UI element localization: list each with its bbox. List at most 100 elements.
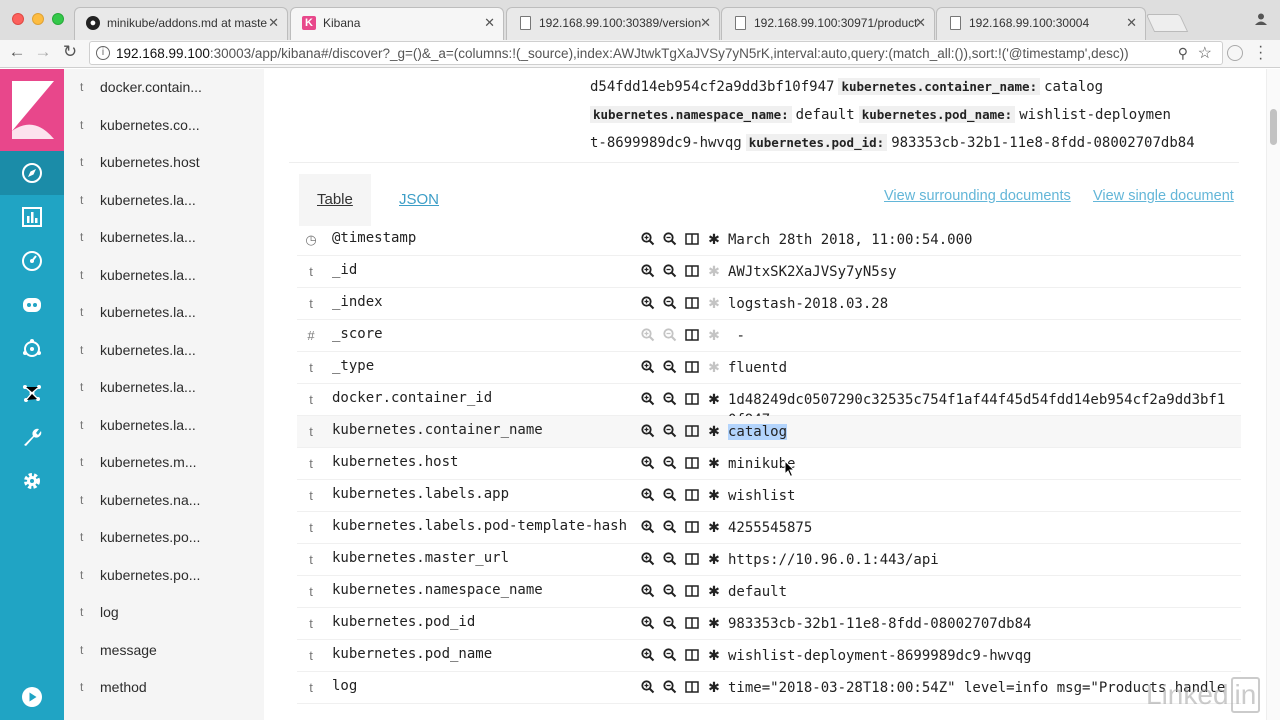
- toggle-column-icon[interactable]: [683, 389, 701, 409]
- field-list-item[interactable]: t kubernetes.m...: [64, 444, 264, 481]
- field-value[interactable]: default: [728, 582, 1233, 602]
- filter-for-value-icon[interactable]: [639, 261, 657, 281]
- filter-out-value-icon[interactable]: [661, 485, 679, 505]
- toggle-column-icon[interactable]: [683, 325, 701, 345]
- tab-table[interactable]: Table: [299, 174, 371, 226]
- filter-out-value-icon[interactable]: [661, 645, 679, 665]
- filter-out-value-icon[interactable]: [661, 613, 679, 633]
- address-bar[interactable]: i 192.168.99.100:30003/app/kibana#/disco…: [89, 41, 1223, 65]
- filter-out-value-icon[interactable]: [661, 421, 679, 441]
- nav-collapse[interactable]: [0, 675, 64, 719]
- filter-for-value-icon[interactable]: [639, 645, 657, 665]
- toggle-column-icon[interactable]: [683, 645, 701, 665]
- back-icon[interactable]: ←: [6, 42, 28, 62]
- toggle-column-icon[interactable]: [683, 613, 701, 633]
- filter-exists-icon[interactable]: ✱: [705, 421, 723, 441]
- filter-for-value-icon[interactable]: [639, 517, 657, 537]
- field-value[interactable]: -: [728, 326, 1233, 346]
- field-value[interactable]: logstash-2018.03.28: [728, 294, 1233, 314]
- filter-exists-icon[interactable]: ✱: [705, 677, 723, 697]
- view-surrounding-link[interactable]: View surrounding documents: [884, 188, 1071, 204]
- field-list-item[interactable]: t kubernetes.la...: [64, 332, 264, 369]
- browser-tab-product[interactable]: 192.168.99.100:30971/product ✕: [721, 7, 935, 40]
- nav-dashboard[interactable]: [0, 239, 64, 283]
- field-list-item[interactable]: t kubernetes.na...: [64, 482, 264, 519]
- filter-for-value-icon[interactable]: [639, 421, 657, 441]
- browser-tab-version[interactable]: 192.168.99.100:30389/version ✕: [506, 7, 720, 40]
- nav-discover[interactable]: [0, 151, 64, 195]
- field-list-item[interactable]: t kubernetes.co...: [64, 107, 264, 144]
- filter-for-value-icon[interactable]: [639, 549, 657, 569]
- field-value[interactable]: catalog: [728, 422, 1233, 442]
- field-list-item[interactable]: t kubernetes.po...: [64, 557, 264, 594]
- toggle-column-icon[interactable]: [683, 293, 701, 313]
- kibana-logo[interactable]: [0, 69, 64, 151]
- toggle-column-icon[interactable]: [683, 421, 701, 441]
- filter-for-value-icon[interactable]: [639, 581, 657, 601]
- filter-exists-icon[interactable]: ✱: [705, 549, 723, 569]
- extension-icon[interactable]: [1227, 45, 1243, 61]
- browser-menu-icon[interactable]: · · ·: [1258, 39, 1263, 67]
- filter-for-value-icon[interactable]: [639, 453, 657, 473]
- toggle-column-icon[interactable]: [683, 517, 701, 537]
- filter-for-value-icon[interactable]: [639, 357, 657, 377]
- filter-out-value-icon[interactable]: [661, 293, 679, 313]
- filter-out-value-icon[interactable]: [661, 325, 679, 345]
- filter-out-value-icon[interactable]: [661, 517, 679, 537]
- field-value[interactable]: AWJtxSK2XaJVSy7yN5sy: [728, 262, 1233, 282]
- browser-tab-kibana[interactable]: K Kibana ✕: [290, 7, 504, 41]
- toggle-column-icon[interactable]: [683, 581, 701, 601]
- scrollbar[interactable]: [1266, 69, 1280, 720]
- toggle-column-icon[interactable]: [683, 357, 701, 377]
- zoom-icon[interactable]: ⚲: [1178, 45, 1188, 62]
- filter-exists-icon[interactable]: ✱: [705, 613, 723, 633]
- filter-for-value-icon[interactable]: [639, 613, 657, 633]
- field-list-item[interactable]: t kubernetes.la...: [64, 369, 264, 406]
- field-list-item[interactable]: t kubernetes.la...: [64, 257, 264, 294]
- filter-out-value-icon[interactable]: [661, 453, 679, 473]
- nav-visualize[interactable]: [0, 195, 64, 239]
- nav-graph[interactable]: [0, 371, 64, 415]
- field-value[interactable]: wishlist: [728, 486, 1233, 506]
- field-list-item[interactable]: t docker.contain...: [64, 69, 264, 106]
- filter-for-value-icon[interactable]: [639, 325, 657, 345]
- filter-exists-icon[interactable]: ✱: [705, 389, 723, 409]
- field-list-item[interactable]: t message: [64, 632, 264, 669]
- filter-out-value-icon[interactable]: [661, 261, 679, 281]
- toggle-column-icon[interactable]: [683, 677, 701, 697]
- filter-for-value-icon[interactable]: [639, 389, 657, 409]
- field-list-item[interactable]: t kubernetes.la...: [64, 294, 264, 331]
- new-tab-button[interactable]: [1145, 14, 1189, 32]
- filter-exists-icon[interactable]: ✱: [705, 485, 723, 505]
- field-value[interactable]: wishlist-deployment-8699989dc9-hwvqg: [728, 646, 1233, 666]
- nav-dev-tools[interactable]: [0, 415, 64, 459]
- filter-exists-icon[interactable]: ✱: [705, 517, 723, 537]
- close-tab-icon[interactable]: ✕: [700, 8, 711, 38]
- filter-for-value-icon[interactable]: [639, 229, 657, 249]
- field-value[interactable]: minikube: [728, 454, 1233, 474]
- scroll-thumb[interactable]: [1270, 109, 1277, 145]
- view-single-link[interactable]: View single document: [1093, 188, 1234, 204]
- close-tab-icon[interactable]: ✕: [1126, 8, 1137, 38]
- forward-icon[interactable]: →: [32, 42, 54, 62]
- toggle-column-icon[interactable]: [683, 229, 701, 249]
- filter-out-value-icon[interactable]: [661, 229, 679, 249]
- toggle-column-icon[interactable]: [683, 549, 701, 569]
- nav-management[interactable]: [0, 459, 64, 503]
- nav-machine-learning[interactable]: [0, 327, 64, 371]
- filter-out-value-icon[interactable]: [661, 549, 679, 569]
- filter-exists-icon[interactable]: ✱: [705, 261, 723, 281]
- filter-exists-icon[interactable]: ✱: [705, 645, 723, 665]
- maximize-window-button[interactable]: [52, 13, 64, 25]
- selected-value[interactable]: catalog: [728, 424, 788, 440]
- url-text[interactable]: 192.168.99.100:30003/app/kibana#/discove…: [116, 46, 1129, 61]
- reload-icon[interactable]: ↻: [59, 42, 81, 62]
- filter-exists-icon[interactable]: ✱: [705, 581, 723, 601]
- filter-exists-icon[interactable]: ✱: [705, 293, 723, 313]
- toggle-column-icon[interactable]: [683, 485, 701, 505]
- toggle-column-icon[interactable]: [683, 261, 701, 281]
- close-tab-icon[interactable]: ✕: [268, 8, 279, 38]
- field-list-item[interactable]: t kubernetes.host: [64, 144, 264, 181]
- field-value[interactable]: 983353cb-32b1-11e8-8fdd-08002707db84: [728, 614, 1233, 634]
- field-list-item[interactable]: t kubernetes.la...: [64, 182, 264, 219]
